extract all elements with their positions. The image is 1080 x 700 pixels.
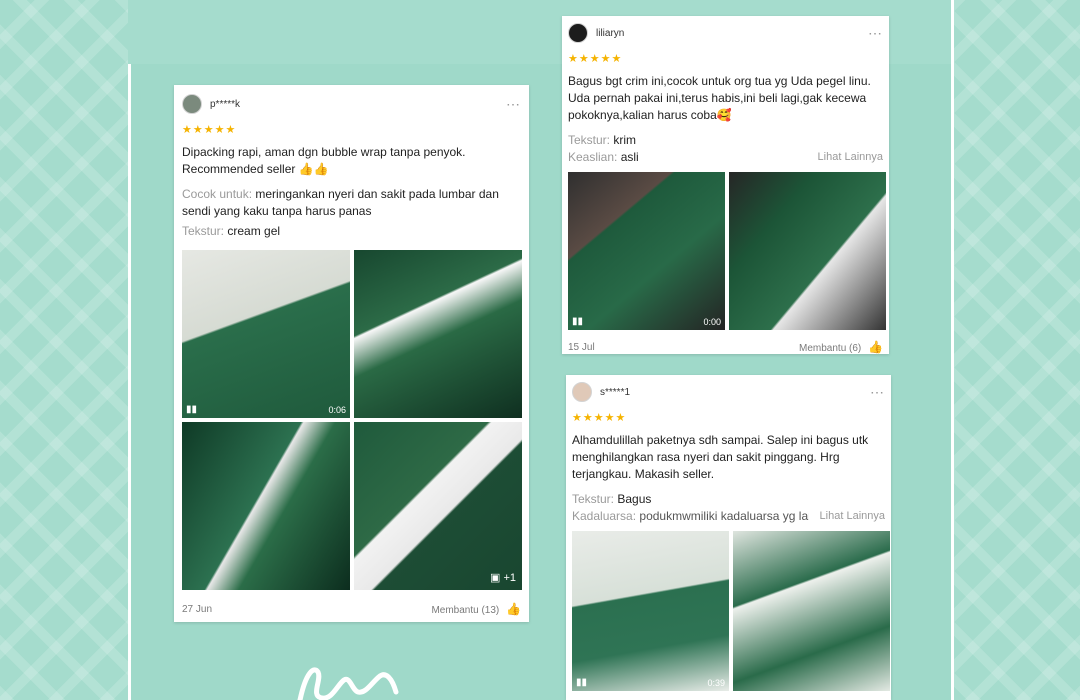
attr-label: Tekstur: [568, 133, 611, 147]
review-video-thumbnail[interactable]: ▮▮ 0:39 [572, 531, 729, 691]
avatar[interactable] [182, 94, 202, 114]
reviewer-username[interactable]: liliaryn [596, 28, 624, 39]
more-photos-count[interactable]: ▣ +1 [490, 571, 516, 584]
review-attribute-kadaluarsa: Kadaluarsa: podukmwmiliki kadaluarsa yg … [572, 508, 885, 525]
attr-value: asli [620, 150, 639, 164]
review-attribute-tekstur: Tekstur: Bagus [572, 491, 885, 508]
helpful-button[interactable]: Membantu (6) 👍 [799, 340, 883, 354]
reviewer-username[interactable]: p*****k [210, 99, 240, 110]
attr-label: Tekstur: [572, 492, 615, 506]
review-photo[interactable] [733, 531, 890, 691]
star-rating: ★★★★★ [572, 412, 627, 424]
attr-label: Keaslian: [568, 150, 618, 164]
attr-label: Tekstur: [182, 224, 225, 238]
script-stroke-icon [297, 667, 399, 700]
review-text: Bagus bgt crim ini,cocok untuk org tua y… [568, 74, 871, 122]
more-photos-label: +1 [503, 572, 516, 584]
review-photo[interactable]: ▣ +1 [354, 422, 522, 590]
review-card-left: p*****k ⋯ ★★★★★ Dipacking rapi, aman dgn… [174, 85, 529, 622]
review-media-grid: ▮▮ 0:00 [568, 172, 886, 330]
attr-value: cream gel [227, 224, 281, 238]
review-attribute-cocok: Cocok untuk: meringankan nyeri dan sakit… [182, 186, 521, 220]
star-rating: ★★★★★ [568, 53, 623, 65]
attr-value: Bagus [617, 492, 652, 506]
review-photo[interactable] [729, 172, 886, 330]
decorative-script-logo [292, 662, 412, 700]
see-more-link[interactable]: Lihat Lainnya [820, 508, 885, 525]
see-more-link[interactable]: Lihat Lainnya [818, 149, 883, 166]
review-header: liliaryn ⋯ [568, 20, 883, 46]
video-stats-icon: ▮▮ [572, 316, 584, 327]
star-rating: ★★★★★ [182, 124, 237, 136]
review-header: p*****k ⋯ [182, 91, 521, 117]
video-duration: 0:39 [707, 678, 725, 688]
video-duration: 0:00 [703, 317, 721, 327]
review-card-bottom-right: s*****1 ⋯ ★★★★★ Alhamdulillah paketnya s… [566, 375, 891, 700]
review-attribute-keaslian: Keaslian: asli Lihat Lainnya [568, 149, 883, 166]
attr-label: Kadaluarsa: [572, 509, 637, 523]
helpful-label: Membantu (6) [799, 343, 862, 354]
avatar[interactable] [572, 382, 592, 402]
reviewer-username[interactable]: s*****1 [600, 387, 630, 398]
more-options-icon[interactable]: ⋯ [870, 385, 885, 399]
more-options-icon[interactable]: ⋯ [506, 97, 521, 111]
review-media-grid: ▮▮ 0:39 [572, 531, 890, 691]
helpful-label: Membantu (13) [431, 605, 500, 616]
review-photo[interactable] [182, 422, 350, 590]
review-footer: 15 Jul Membantu (6) 👍 [568, 340, 883, 354]
more-options-icon[interactable]: ⋯ [868, 26, 883, 40]
review-footer: 27 Jun Membantu (13) 👍 [182, 602, 521, 616]
review-text: Dipacking rapi, aman dgn bubble wrap tan… [182, 145, 466, 176]
review-date: 15 Jul [568, 341, 595, 353]
attr-value: podukmwmiliki kadaluarsa yg lama [639, 509, 810, 523]
video-duration: 0:06 [328, 405, 346, 415]
thumb-up-icon: 👍 [868, 340, 883, 354]
review-photo[interactable] [354, 250, 522, 418]
helpful-button[interactable]: Membantu (13) 👍 [431, 602, 521, 616]
review-card-top-right: liliaryn ⋯ ★★★★★ Bagus bgt crim ini,coco… [562, 16, 889, 354]
review-text: Alhamdulillah paketnya sdh sampai. Salep… [572, 433, 869, 481]
review-video-thumbnail[interactable]: ▮▮ 0:00 [568, 172, 725, 330]
video-stats-icon: ▮▮ [576, 677, 588, 688]
review-video-thumbnail[interactable]: ▮▮ 0:06 [182, 250, 350, 418]
attr-value: krim [613, 133, 637, 147]
review-media-grid: ▮▮ 0:06 ▣ +1 [182, 250, 522, 590]
avatar[interactable] [568, 23, 588, 43]
video-stats-icon: ▮▮ [186, 404, 198, 415]
review-date: 27 Jun [182, 603, 213, 615]
review-attribute-tekstur: Tekstur: krim [568, 132, 883, 149]
review-header: s*****1 ⋯ [572, 379, 885, 405]
review-attribute-tekstur: Tekstur: cream gel [182, 223, 521, 240]
thumb-up-icon: 👍 [506, 602, 521, 616]
gallery-icon: ▣ [489, 572, 501, 584]
attr-label: Cocok untuk: [182, 187, 253, 201]
